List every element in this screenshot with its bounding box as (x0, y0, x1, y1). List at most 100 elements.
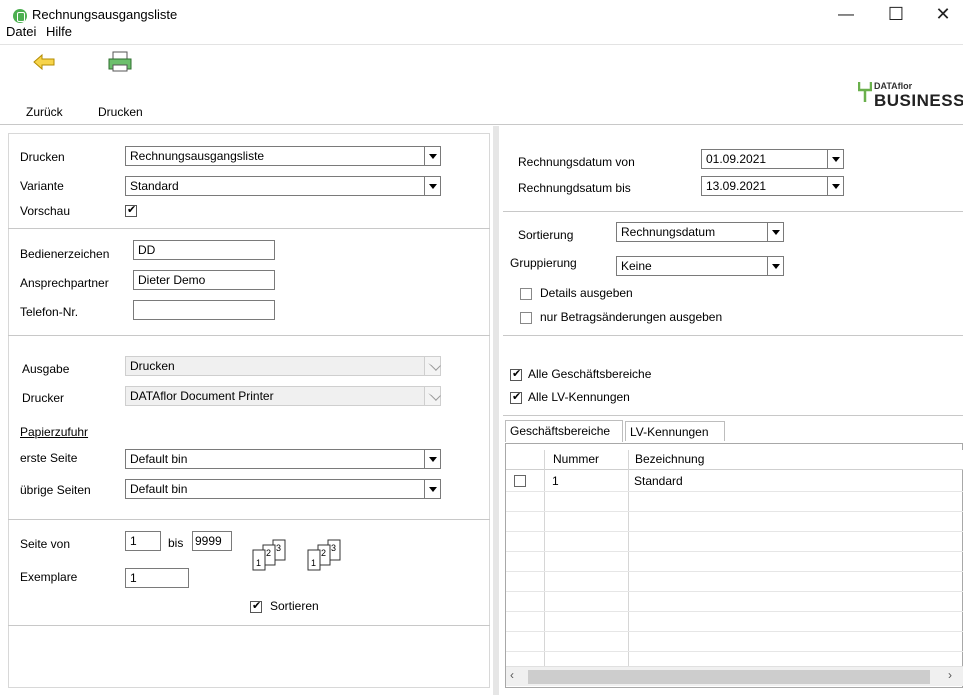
gruppierung-label: Gruppierung (510, 256, 577, 270)
menu-datei[interactable]: Datei (6, 24, 36, 39)
scroll-left-icon[interactable]: ‹ (510, 668, 514, 682)
chevron-down-icon[interactable] (424, 147, 440, 165)
seite-von-input[interactable]: 1 (125, 531, 161, 551)
ansprech-input[interactable]: Dieter Demo (133, 270, 275, 290)
datum-bis-value: 13.09.2021 (706, 179, 767, 193)
chevron-down-icon[interactable] (424, 480, 440, 498)
splitter[interactable] (493, 126, 499, 695)
datum-bis-label: Rechnungdsatum bis (518, 181, 631, 195)
chevron-down-icon[interactable] (424, 177, 440, 195)
toolbar-divider (0, 124, 963, 125)
close-button[interactable]: ✕ (923, 4, 963, 25)
chevron-down-icon[interactable] (827, 150, 843, 168)
papierzufuhr-label: Papierzufuhr (20, 425, 89, 439)
sortierung-select[interactable]: Rechnungsdatum (616, 222, 784, 242)
scroll-right-icon[interactable]: › (948, 668, 952, 682)
chevron-down-icon[interactable] (767, 257, 783, 275)
vorschau-label: Vorschau (20, 204, 71, 218)
bis-input[interactable]: 9999 (192, 531, 232, 551)
drucken-select[interactable]: Rechnungsausgangsliste (125, 146, 441, 166)
telefon-input[interactable] (133, 300, 275, 320)
betrag-checkbox[interactable] (520, 312, 532, 324)
app-icon (13, 9, 27, 23)
sortierung-value: Rechnungsdatum (621, 225, 716, 239)
svg-text:2: 2 (321, 548, 326, 558)
datum-von-picker[interactable]: 01.09.2021 (701, 149, 844, 169)
tab-geschaeftsbereiche-label: Geschäftsbereiche (510, 424, 611, 438)
erste-seite-label: erste Seite (20, 451, 78, 465)
svg-text:2: 2 (266, 548, 271, 558)
variante-label: Variante (20, 179, 64, 193)
menu-hilfe[interactable]: Hilfe (46, 24, 72, 39)
print-button[interactable] (106, 50, 136, 74)
chevron-down-icon[interactable] (424, 357, 440, 375)
sortieren-checkbox[interactable] (250, 599, 262, 613)
table-row[interactable]: 1 Standard (506, 471, 963, 491)
grid-row-line (506, 511, 963, 512)
alle-lv-checkbox[interactable] (510, 390, 522, 404)
drucker-label: Drucker (22, 391, 65, 405)
bis-value: 9999 (195, 534, 222, 548)
ansprech-label: Ansprechpartner (20, 276, 109, 290)
uebrige-seiten-value: Default bin (130, 482, 188, 496)
datum-bis-picker[interactable]: 13.09.2021 (701, 176, 844, 196)
grid-row-line (506, 551, 963, 552)
collate-pages-icon: 3 2 1 (245, 538, 295, 572)
uebrige-seiten-select[interactable]: Default bin (125, 479, 441, 499)
logo-small-text: DATAflor (874, 81, 913, 91)
chevron-down-icon[interactable] (424, 387, 440, 405)
exemplare-label: Exemplare (20, 570, 78, 584)
tab-geschaeftsbereiche[interactable]: Geschäftsbereiche (505, 420, 623, 442)
grid-row-line (506, 651, 963, 652)
details-checkbox[interactable] (520, 288, 532, 300)
bediener-label: Bedienerzeichen (20, 247, 110, 261)
back-label[interactable]: Zurück (26, 105, 63, 119)
bediener-input[interactable]: DD (133, 240, 275, 260)
betrag-label: nur Betragsänderungen ausgeben (540, 310, 723, 324)
svg-text:1: 1 (256, 558, 261, 568)
chevron-down-icon[interactable] (827, 177, 843, 195)
chevron-down-icon[interactable] (424, 450, 440, 468)
drucker-select[interactable]: DATAflor Document Printer (125, 386, 441, 406)
section-divider (503, 415, 963, 416)
column-header-nummer[interactable]: Nummer (553, 452, 599, 466)
variante-select[interactable]: Standard (125, 176, 441, 196)
grid-row-line (506, 611, 963, 612)
details-label: Details ausgeben (540, 286, 633, 300)
sortierung-label: Sortierung (518, 228, 574, 242)
grid-row-line (506, 631, 963, 632)
back-button[interactable] (30, 50, 60, 74)
section-divider (8, 228, 490, 229)
alle-lv-label: Alle LV-Kennungen (528, 390, 630, 404)
drucker-value: DATAflor Document Printer (130, 389, 274, 403)
maximize-button[interactable]: ☐ (876, 4, 916, 25)
column-header-bezeichnung[interactable]: Bezeichnung (635, 452, 704, 466)
variante-value: Standard (130, 179, 179, 193)
minimize-button[interactable]: — (826, 6, 866, 24)
ausgabe-value: Drucken (130, 359, 175, 373)
print-label[interactable]: Drucken (98, 105, 143, 119)
gruppierung-select[interactable]: Keine (616, 256, 784, 276)
drucken-label: Drucken (20, 150, 65, 164)
alle-gb-checkbox[interactable] (510, 367, 522, 381)
logo-big-text: BUSINESS (874, 91, 963, 110)
exemplare-input[interactable]: 1 (125, 568, 189, 588)
svg-text:3: 3 (276, 543, 281, 553)
chevron-down-icon[interactable] (767, 223, 783, 241)
uebrige-seiten-label: übrige Seiten (20, 483, 91, 497)
vorschau-checkbox[interactable] (125, 203, 137, 217)
section-divider (503, 211, 963, 212)
grid-row-line (506, 591, 963, 592)
ausgabe-select[interactable]: Drucken (125, 356, 441, 376)
uncollated-pages-icon: 3 2 1 (300, 538, 350, 572)
erste-seite-select[interactable]: Default bin (125, 449, 441, 469)
window-title: Rechnungsausgangsliste (32, 7, 178, 22)
tab-lv-kennungen[interactable]: LV-Kennungen (625, 421, 725, 441)
section-divider (8, 519, 490, 520)
scrollbar-thumb[interactable] (528, 670, 930, 684)
row-nummer: 1 (552, 474, 559, 488)
row-checkbox[interactable] (514, 475, 526, 487)
ausgabe-label: Ausgabe (22, 362, 70, 376)
telefon-label: Telefon-Nr. (20, 305, 79, 319)
seite-von-value: 1 (130, 534, 137, 548)
